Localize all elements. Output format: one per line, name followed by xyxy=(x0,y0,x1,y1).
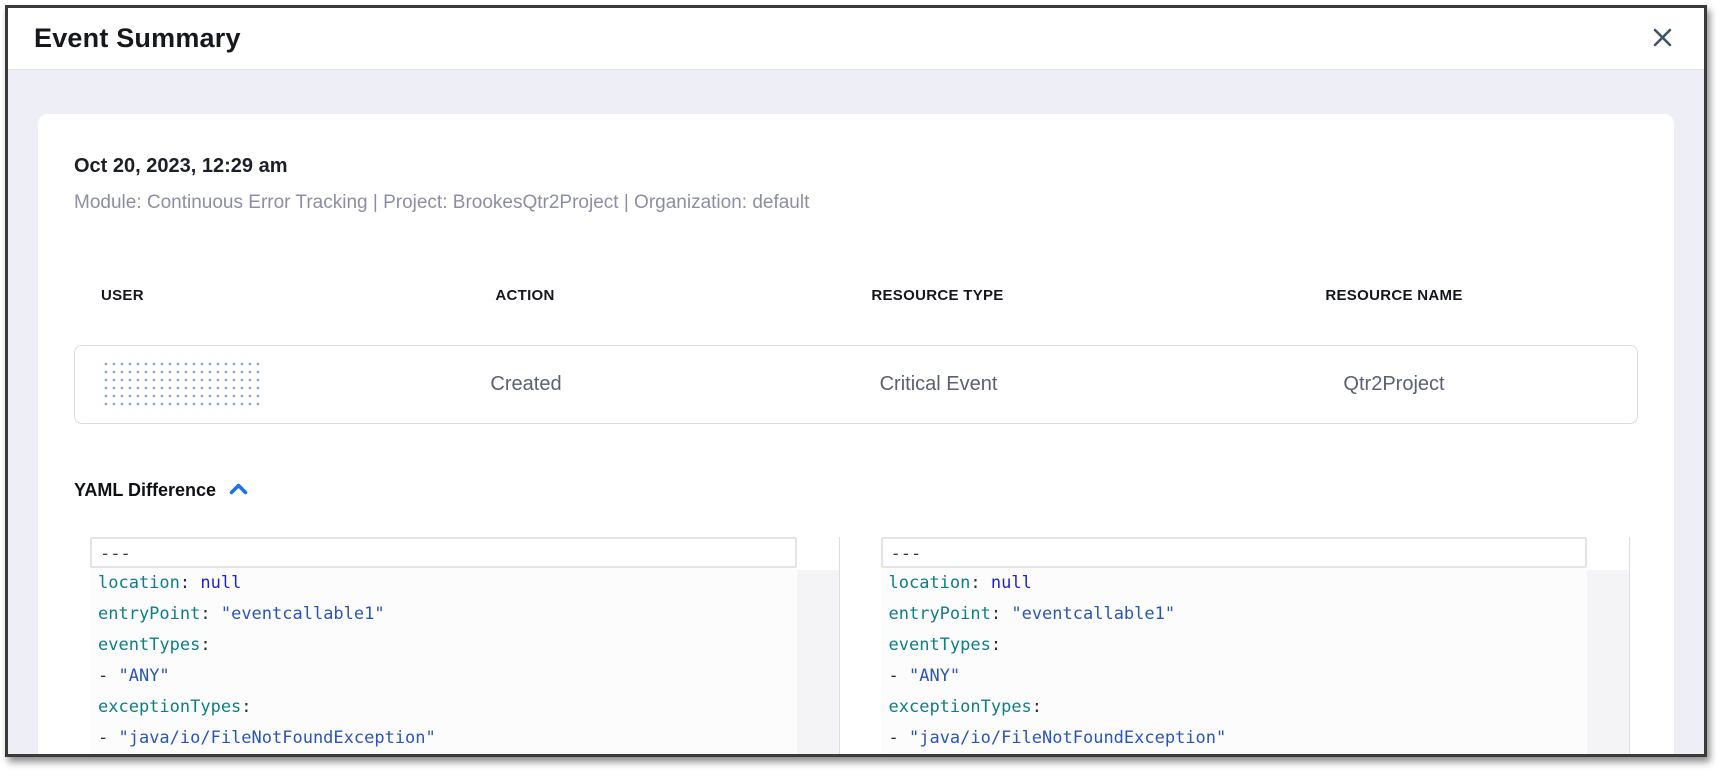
scrollbar-thumb xyxy=(1587,537,1629,570)
yaml-difference-toggle[interactable]: YAML Difference xyxy=(74,478,249,502)
event-meta: Module: Continuous Error Tracking | Proj… xyxy=(74,192,1638,214)
event-timestamp: Oct 20, 2023, 12:29 am xyxy=(74,154,1638,178)
close-icon xyxy=(1651,26,1674,52)
column-header-action: ACTION xyxy=(325,287,725,305)
yaml-line: - "ANY" xyxy=(90,661,797,692)
action-cell: Created xyxy=(326,373,726,396)
yaml-line: - "java/io/FileNotFoundException" xyxy=(881,723,1588,754)
column-header-user: USER xyxy=(74,287,325,305)
yaml-diff-right-panel[interactable]: ---location: nullentryPoint: "eventcalla… xyxy=(881,537,1631,757)
yaml-diff-container: ---location: nullentryPoint: "eventcalla… xyxy=(90,537,1630,757)
yaml-line: location: null xyxy=(90,568,797,599)
event-summary-modal: Event Summary Oct 20, 2023, 12:29 am Mod… xyxy=(5,5,1707,757)
yaml-code-right: ---location: nullentryPoint: "eventcalla… xyxy=(881,537,1588,757)
page-title: Event Summary xyxy=(34,23,241,54)
resource-name-cell: Qtr2Project xyxy=(1151,373,1637,396)
right-panel-scrollbar[interactable] xyxy=(1587,537,1630,757)
event-card: Oct 20, 2023, 12:29 am Module: Continuou… xyxy=(38,114,1674,757)
column-header-resource-type: RESOURCE TYPE xyxy=(725,287,1150,305)
yaml-line: - "java/io/FileNotFoundException" xyxy=(90,723,797,754)
yaml-line: - "ANY" xyxy=(881,661,1588,692)
yaml-line: eventTypes: xyxy=(90,630,797,661)
yaml-line: location: null xyxy=(881,568,1588,599)
user-cell xyxy=(75,360,326,410)
column-header-resource-name: RESOURCE NAME xyxy=(1150,287,1638,305)
yaml-line: exceptionTypes: xyxy=(90,692,797,723)
user-redacted-pattern xyxy=(102,360,262,410)
yaml-difference-label: YAML Difference xyxy=(74,478,216,502)
yaml-line: eventTypes: xyxy=(881,630,1588,661)
chevron-up-icon xyxy=(228,482,249,499)
yaml-code-left: ---location: nullentryPoint: "eventcalla… xyxy=(90,537,797,757)
yaml-diff-left-panel[interactable]: ---location: nullentryPoint: "eventcalla… xyxy=(90,537,840,757)
yaml-line: --- xyxy=(90,537,797,568)
close-button[interactable] xyxy=(1647,22,1678,56)
yaml-line: entryPoint: "eventcallable1" xyxy=(881,599,1588,630)
scrollbar-thumb xyxy=(797,537,839,570)
modal-header: Event Summary xyxy=(8,8,1704,70)
table-row: Created Critical Event Qtr2Project xyxy=(74,345,1638,424)
modal-body: Oct 20, 2023, 12:29 am Module: Continuou… xyxy=(8,70,1704,757)
table-header-row: USER ACTION RESOURCE TYPE RESOURCE NAME xyxy=(74,287,1638,305)
yaml-line: --- xyxy=(881,537,1588,568)
screen: Event Summary Oct 20, 2023, 12:29 am Mod… xyxy=(0,0,1720,780)
yaml-line: exceptionTypes: xyxy=(881,692,1588,723)
left-panel-scrollbar[interactable] xyxy=(797,537,840,757)
resource-type-cell: Critical Event xyxy=(726,373,1151,396)
yaml-line: entryPoint: "eventcallable1" xyxy=(90,599,797,630)
